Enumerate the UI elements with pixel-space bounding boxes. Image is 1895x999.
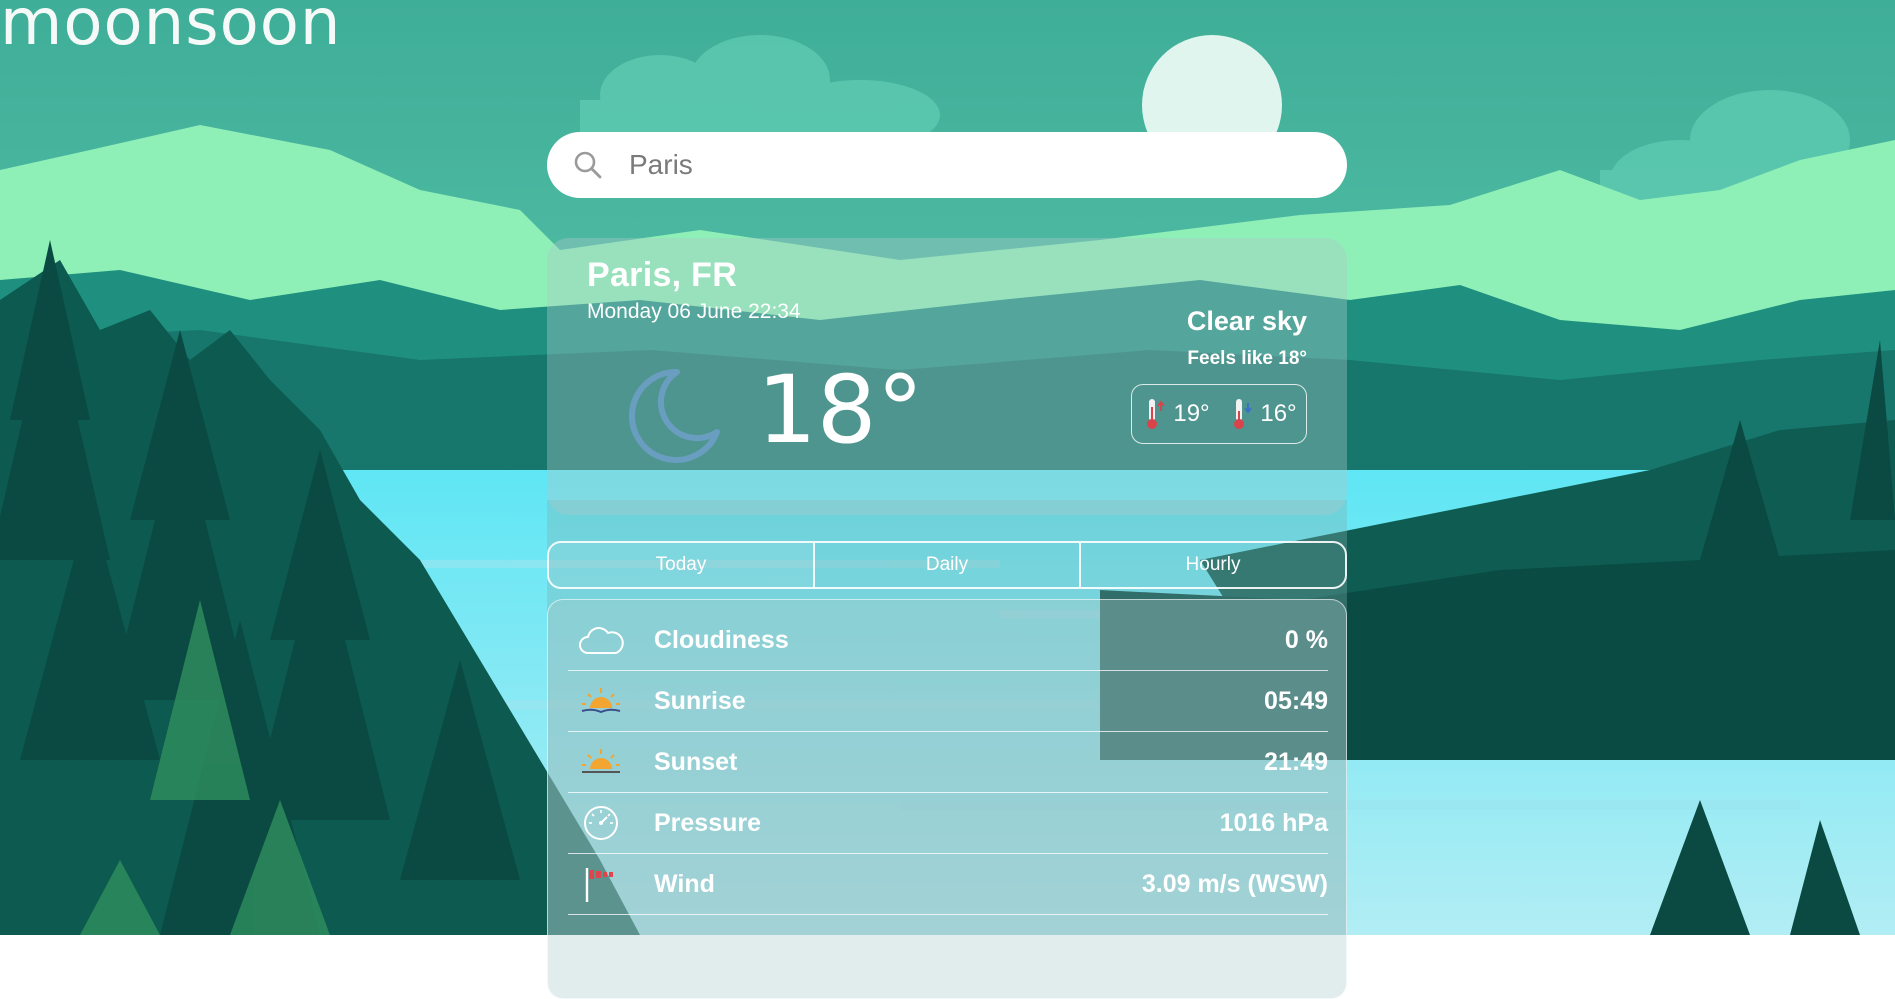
search-input[interactable] bbox=[627, 148, 1311, 182]
max-temp-value: 19° bbox=[1173, 400, 1210, 427]
detail-label: Cloudiness bbox=[654, 625, 789, 654]
current-temperature: 18° bbox=[757, 356, 924, 465]
detail-value: 3.09 m/s (WSW) bbox=[1141, 869, 1328, 898]
search-bar[interactable] bbox=[547, 132, 1347, 198]
min-temp: 16° bbox=[1228, 397, 1297, 431]
detail-label: Wind bbox=[654, 869, 715, 898]
min-temp-value: 16° bbox=[1260, 400, 1297, 427]
sunset-icon bbox=[582, 749, 620, 773]
detail-row-pressure: Pressure 1016 hPa bbox=[568, 793, 1328, 854]
thermometer-down-icon bbox=[1234, 399, 1253, 429]
app-logo[interactable]: moonsoon bbox=[0, 0, 341, 60]
current-weather-card: Paris, FR Monday 06 June 22:34 18° Clear… bbox=[547, 238, 1347, 515]
date-time: Monday 06 June 22:34 bbox=[587, 300, 801, 323]
sunrise-icon bbox=[581, 688, 621, 714]
moon-icon bbox=[629, 368, 720, 463]
search-icon bbox=[574, 151, 602, 179]
feels-like-text: Feels like 18° bbox=[1187, 348, 1307, 369]
condition-text: Clear sky bbox=[1186, 306, 1307, 336]
detail-row-sunset: Sunset 21:49 bbox=[568, 732, 1328, 793]
cloud-icon bbox=[579, 627, 624, 654]
detail-value: 21:49 bbox=[1264, 747, 1328, 776]
windsock-icon bbox=[585, 868, 613, 902]
detail-label: Sunset bbox=[654, 747, 738, 776]
forecast-tabs: Today Daily Hourly bbox=[547, 541, 1347, 589]
city-name: Paris, FR bbox=[587, 256, 738, 294]
detail-value: 1016 hPa bbox=[1219, 808, 1328, 837]
detail-label: Pressure bbox=[654, 808, 762, 837]
tab-daily[interactable]: Daily bbox=[813, 543, 1079, 587]
gauge-icon bbox=[584, 806, 618, 840]
detail-row-sunrise: Sunrise 05:49 bbox=[568, 671, 1328, 732]
detail-value: 05:49 bbox=[1264, 686, 1328, 715]
max-temp: 19° bbox=[1141, 397, 1210, 431]
detail-label: Sunrise bbox=[654, 686, 746, 715]
thermometer-up-icon bbox=[1147, 399, 1166, 429]
tab-hourly[interactable]: Hourly bbox=[1079, 543, 1345, 587]
detail-value: 0 % bbox=[1284, 625, 1328, 654]
detail-row-wind: Wind 3.09 m/s (WSW) bbox=[568, 854, 1328, 915]
details-panel: Cloudiness 0 % Sunrise 05:49 Sunset 21:4… bbox=[547, 599, 1347, 999]
min-max-box: 19° 16° bbox=[1131, 384, 1307, 444]
detail-row-cloudiness: Cloudiness 0 % bbox=[568, 610, 1328, 671]
tab-today[interactable]: Today bbox=[549, 543, 813, 587]
